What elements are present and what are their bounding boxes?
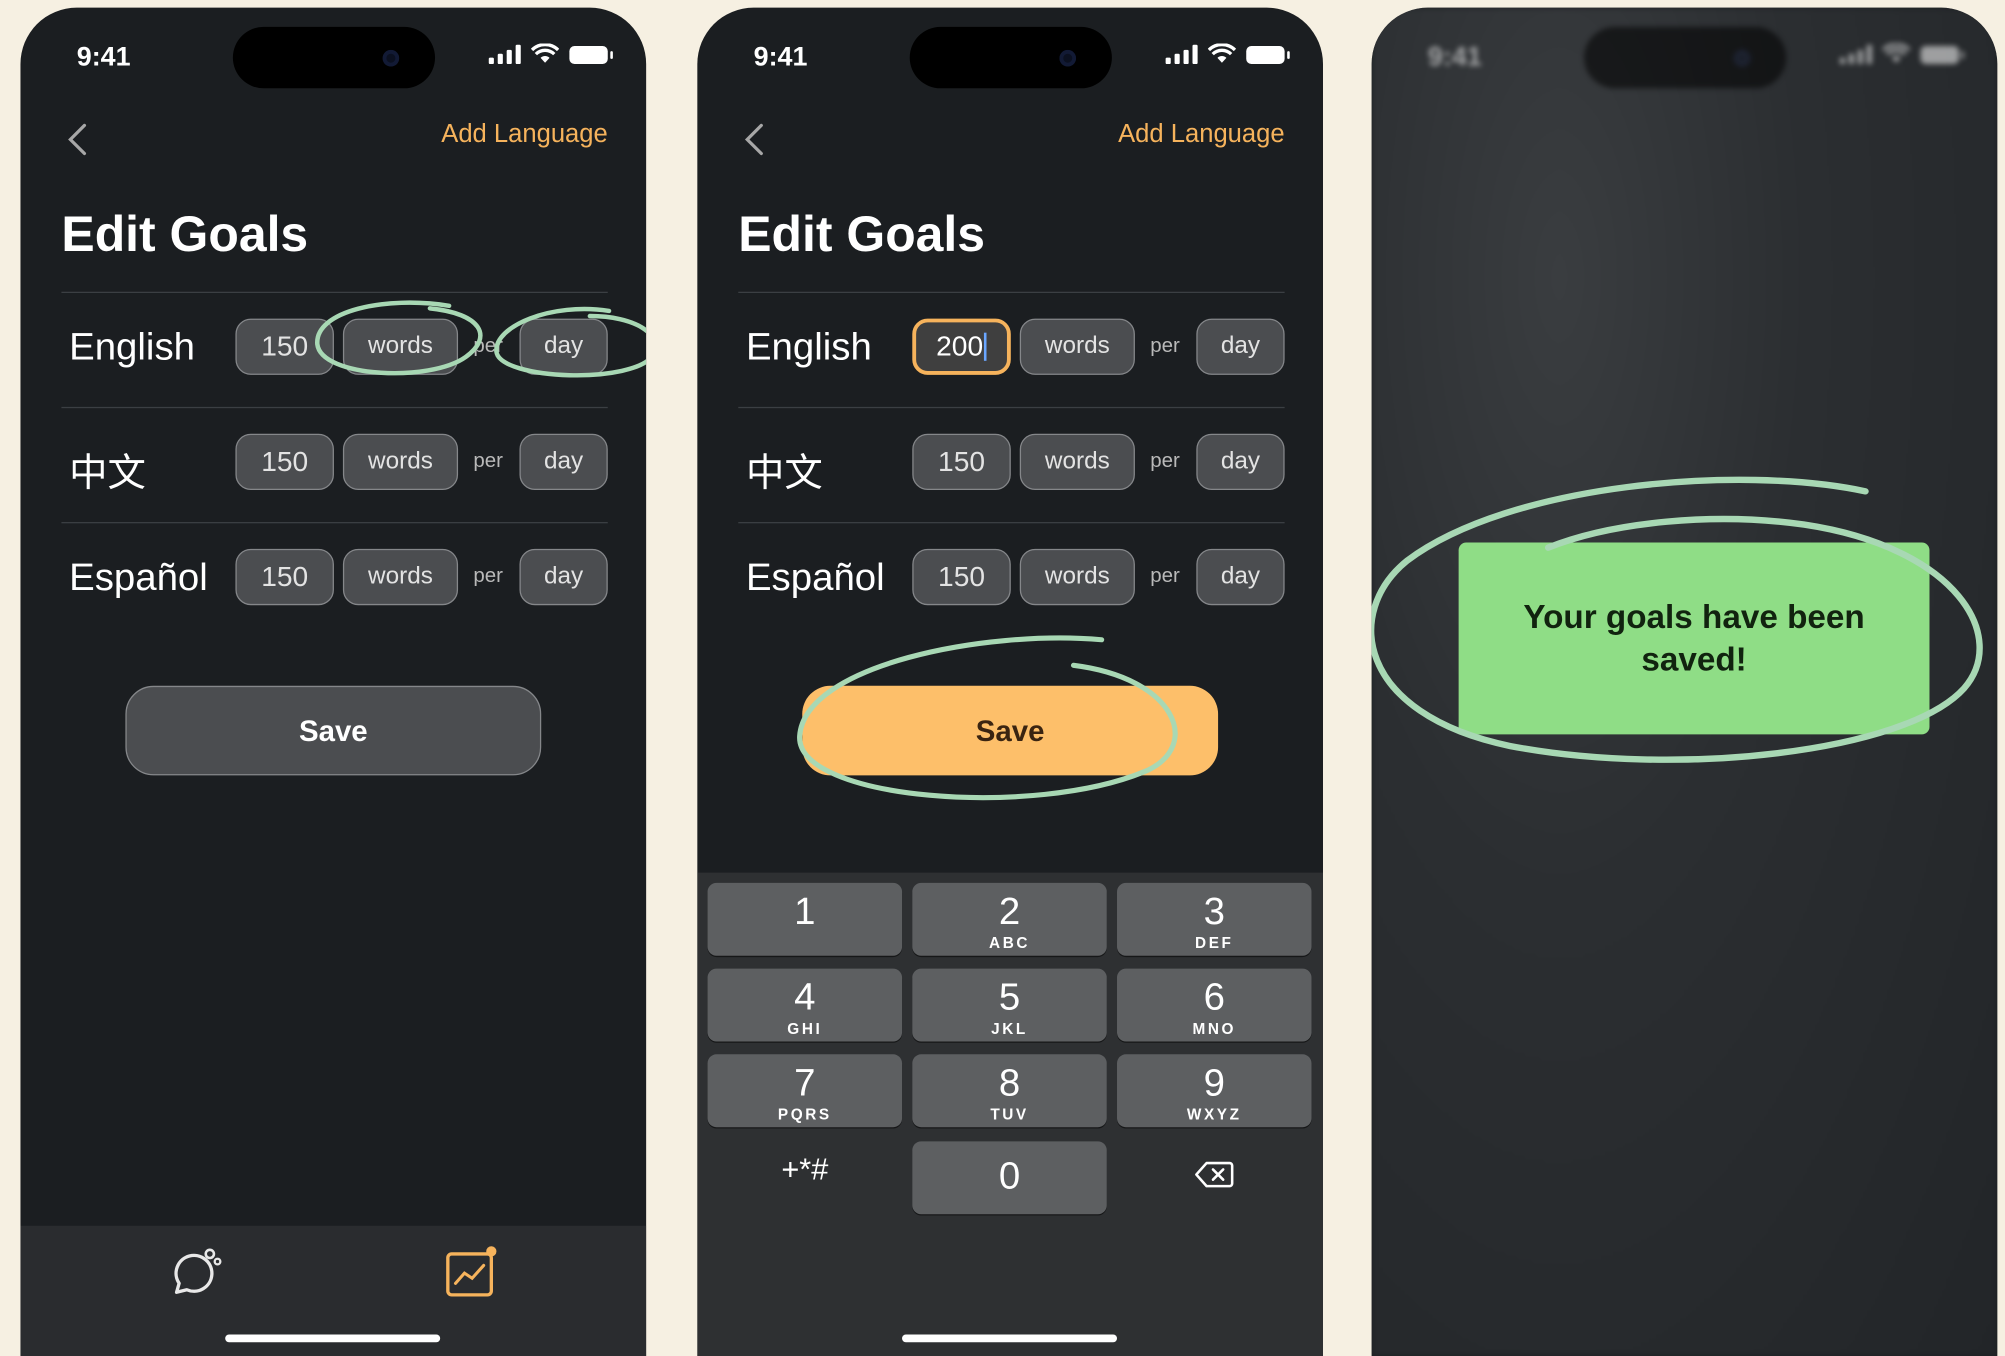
battery-icon bbox=[1246, 46, 1290, 64]
phone-screen-editing: 9:41 Add Language Edit Goals English 200… bbox=[697, 7, 1324, 1356]
status-bar: 9:41 bbox=[697, 8, 1323, 110]
period-selector[interactable]: day bbox=[1196, 548, 1285, 606]
back-chevron-icon[interactable] bbox=[59, 120, 97, 158]
key-symbols[interactable]: +*# bbox=[708, 1141, 902, 1214]
status-time: 9:41 bbox=[753, 42, 808, 72]
goal-row-spanish: Español 150 words per day bbox=[738, 522, 1285, 638]
signal-icon bbox=[488, 44, 521, 64]
language-label: English bbox=[69, 326, 196, 369]
key-4[interactable]: 4 GHI bbox=[707, 968, 903, 1042]
signal-icon bbox=[1165, 44, 1198, 64]
key-1[interactable]: 1 bbox=[707, 882, 903, 956]
per-label: per bbox=[1150, 450, 1180, 473]
goal-row-chinese: 中文 150 words per day bbox=[738, 406, 1285, 523]
home-indicator bbox=[225, 1334, 441, 1343]
numeric-keypad: 1 2 ABC 3 DEF 4 GHI 5 JKL 6 MNO 7 PQRS 8 TUV 9W… bbox=[697, 872, 1324, 1356]
dynamic-island bbox=[909, 26, 1112, 89]
language-label: 中文 bbox=[745, 452, 823, 496]
status-bar: 9:41 bbox=[1372, 8, 1998, 110]
wifi-icon bbox=[1207, 43, 1236, 63]
unit-selector[interactable]: words bbox=[1019, 318, 1135, 375]
key-3[interactable]: 3 DEF bbox=[1117, 882, 1312, 956]
key-0[interactable]: 0 bbox=[912, 1141, 1107, 1215]
add-language-link[interactable]: Add Language bbox=[1118, 120, 1285, 149]
key-2[interactable]: 2 ABC bbox=[912, 882, 1107, 956]
status-time: 9:41 bbox=[1427, 42, 1482, 72]
unit-selector[interactable]: words bbox=[1019, 433, 1135, 491]
battery-icon bbox=[1920, 46, 1965, 64]
key-7[interactable]: 7 PQRS bbox=[707, 1054, 903, 1128]
amount-field[interactable]: 150 bbox=[912, 433, 1011, 491]
period-selector[interactable]: day bbox=[519, 548, 608, 606]
dynamic-island bbox=[232, 26, 436, 89]
chat-bubble-icon[interactable] bbox=[164, 1241, 228, 1305]
text-caret bbox=[984, 332, 987, 361]
status-bar: 9:41 bbox=[20, 8, 646, 110]
per-label: per bbox=[1150, 335, 1180, 357]
per-label: per bbox=[1150, 565, 1180, 588]
key-delete[interactable] bbox=[1117, 1141, 1311, 1214]
goal-row-english: English 200 words per day bbox=[738, 291, 1285, 408]
key-8[interactable]: 8 TUV bbox=[912, 1054, 1107, 1128]
back-chevron-icon[interactable] bbox=[736, 120, 774, 158]
amount-field[interactable]: 150 bbox=[235, 548, 334, 606]
language-label: Español bbox=[745, 556, 885, 599]
goal-row-chinese: 中文 150 words per day bbox=[61, 406, 608, 523]
save-button[interactable]: Save bbox=[125, 685, 542, 776]
goal-row-spanish: Español 150 words per day bbox=[61, 522, 608, 638]
page-title: Edit Goals bbox=[61, 207, 309, 263]
battery-icon bbox=[569, 46, 613, 64]
unit-selector[interactable]: words bbox=[342, 548, 459, 606]
wifi-icon bbox=[530, 43, 560, 63]
language-label: 中文 bbox=[69, 452, 146, 496]
save-button[interactable]: Save bbox=[802, 685, 1219, 776]
success-toast: Your goals have been saved! bbox=[1458, 542, 1930, 735]
period-selector[interactable]: day bbox=[519, 318, 608, 375]
unit-selector[interactable]: words bbox=[342, 433, 459, 491]
progress-chart-icon[interactable] bbox=[440, 1241, 504, 1305]
amount-field[interactable]: 150 bbox=[235, 433, 334, 491]
page-title: Edit Goals bbox=[738, 207, 986, 263]
dynamic-island bbox=[1584, 26, 1787, 89]
phone-screen-initial: 9:41 Add Language Edit Goals English 150… bbox=[20, 7, 647, 1356]
period-selector[interactable]: day bbox=[519, 433, 608, 491]
phone-screen-confirmation: 9:41 Your goals have been saved! bbox=[1371, 7, 1998, 1356]
key-9[interactable]: 9 WXYZ bbox=[1117, 1054, 1312, 1128]
per-label: per bbox=[473, 335, 504, 357]
period-selector[interactable]: day bbox=[1196, 433, 1285, 491]
signal-icon bbox=[1839, 44, 1872, 64]
amount-field[interactable]: 150 bbox=[912, 548, 1011, 606]
unit-selector[interactable]: words bbox=[342, 318, 459, 375]
key-6[interactable]: 6 MNO bbox=[1117, 968, 1312, 1042]
language-label: English bbox=[745, 326, 872, 369]
status-time: 9:41 bbox=[76, 42, 131, 72]
per-label: per bbox=[473, 565, 504, 588]
per-label: per bbox=[473, 450, 504, 473]
key-5[interactable]: 5 JKL bbox=[912, 968, 1107, 1042]
add-language-link[interactable]: Add Language bbox=[441, 120, 608, 149]
wifi-icon bbox=[1882, 43, 1911, 63]
home-indicator bbox=[902, 1334, 1118, 1343]
backspace-icon bbox=[1195, 1161, 1234, 1188]
amount-field[interactable]: 150 bbox=[235, 318, 334, 375]
unit-selector[interactable]: words bbox=[1019, 548, 1135, 606]
period-selector[interactable]: day bbox=[1196, 318, 1285, 375]
amount-field-focused[interactable]: 200 bbox=[912, 318, 1011, 375]
language-label: Español bbox=[69, 556, 208, 599]
amount-value: 200 bbox=[936, 330, 984, 363]
goal-row-english: English 150 words per day bbox=[61, 291, 608, 408]
